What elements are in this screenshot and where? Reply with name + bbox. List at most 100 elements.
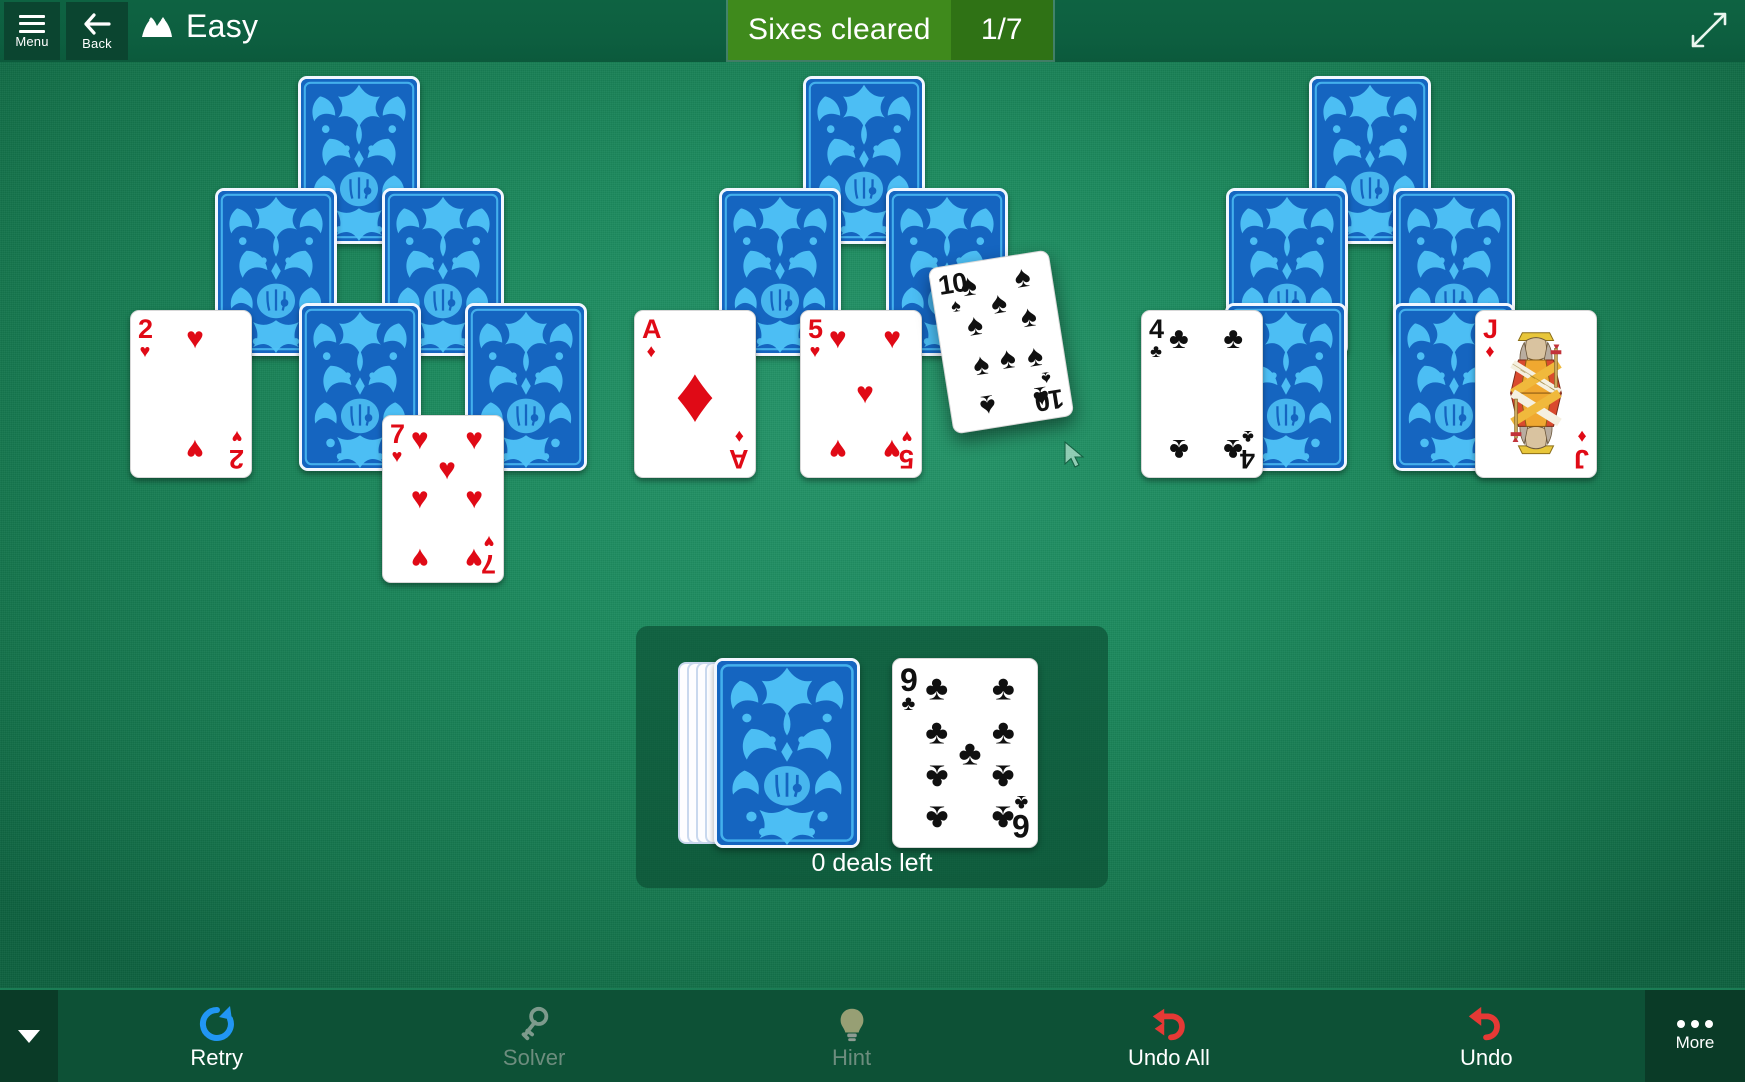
more-button-label: More (1675, 1032, 1715, 1052)
card-pip: ♥ (828, 433, 847, 467)
toolbar-item-undo-all[interactable]: Undo All (1010, 990, 1327, 1082)
card-corner-tl: 7 ♥ (390, 419, 405, 466)
arrow-left-icon (84, 12, 111, 35)
objective-text: Sixes cleared (728, 0, 951, 60)
menu-button[interactable]: Menu (4, 2, 60, 60)
card-pip: ♣ (991, 668, 1015, 708)
card-pip: ♥ (883, 433, 902, 467)
more-button[interactable]: More (1645, 990, 1745, 1082)
lightbulb-icon (840, 1008, 863, 1042)
card-pip: ♥ (883, 321, 902, 355)
card-pip: ♥ (186, 433, 204, 467)
card-pip: ♠ (1018, 299, 1040, 335)
key-icon (521, 1006, 549, 1041)
card-suit-pip: ♣ (901, 692, 916, 715)
difficulty-indicator: Easy (140, 10, 258, 42)
card-pip: ♣ (925, 712, 949, 752)
tableau-card-faceup[interactable]: 4 ♣ 4 ♣ ♣ ♣ ♣ ♣ (1141, 310, 1263, 478)
toolbar-item-undo[interactable]: Undo (1328, 990, 1645, 1082)
mountain-icon (142, 17, 172, 37)
toolbar-item-label: Undo (1460, 1045, 1513, 1070)
difficulty-label: Easy (186, 8, 259, 44)
card-suit-pip: ♥ (139, 341, 151, 361)
undo-all-icon (1152, 1008, 1185, 1041)
card-suit-pip: ♥ (809, 341, 821, 361)
card-pip: ♥ (410, 541, 429, 575)
retry-icon (197, 1003, 237, 1045)
card-pip: ♥ (438, 452, 456, 486)
back-button[interactable]: Back (66, 2, 128, 60)
card-pip-layout: ♠ ♠ ♠ ♠ ♠ ♠ ♠ ♠ ♠ ♠ (953, 259, 1056, 424)
card-corner-br: A ♦ (729, 427, 749, 474)
card-suit-pip: ♦ (1485, 341, 1495, 361)
card-suit-pip: ♦ (734, 427, 744, 447)
card-rank: 2 (138, 314, 153, 344)
undo-all-icon (1148, 1003, 1190, 1045)
card-rank: J (1483, 314, 1498, 344)
tableau-card-faceup[interactable]: 5 ♥ 5 ♥ ♥ ♥ ♥ ♥ ♥ (800, 310, 922, 478)
card-pip: ♣ (925, 668, 949, 708)
retry-icon (199, 1006, 234, 1041)
card-pip: ♠ (964, 307, 986, 343)
card-pip: ♣ (925, 798, 949, 838)
card-pip-layout: ♣ ♣ ♣ ♣ ♣ ♣ ♣ ♣ ♣ (921, 667, 1019, 839)
lightbulb-icon (833, 1003, 871, 1045)
card-pip: ♠ (997, 341, 1019, 377)
card-pip: ♥ (856, 377, 874, 410)
card-pip: ♣ (1223, 321, 1244, 355)
toolbar-item-label: Undo All (1127, 1045, 1210, 1070)
card-center-pip: ♦ (675, 350, 715, 438)
card-corner-tl: 2 ♥ (138, 314, 153, 361)
tableau-card-faceup[interactable]: 2 ♥ 2 ♥ ♥ ♥ (130, 310, 252, 478)
tableau-card-faceup[interactable]: A ♦ A ♦ ♦ (634, 310, 756, 478)
card-pip: ♥ (186, 321, 204, 355)
card-pip: ♣ (1168, 321, 1189, 355)
toolbar-item-label: Retry (190, 1045, 243, 1070)
stock-top-card-back[interactable] (714, 658, 860, 848)
deals-left-label: 0 deals left (811, 849, 933, 877)
bottom-toolbar: Retry Solver Hint Undo All Undo More (0, 988, 1745, 1082)
card-rank: 4 (1149, 314, 1164, 344)
expand-button[interactable] (1687, 8, 1731, 52)
toolbar-item-solver: Solver (375, 990, 692, 1082)
card-rank: A (729, 444, 749, 474)
card-pip-layout: ♥ ♥ ♥ ♥ ♥ ♥ ♥ (407, 422, 487, 576)
collapse-toolbar-button[interactable] (0, 990, 58, 1082)
stock-pile[interactable] (678, 658, 860, 848)
toolbar-item-retry[interactable]: Retry (58, 990, 375, 1082)
card-rank: 7 (390, 419, 405, 449)
expand-diagonal-icon (1691, 12, 1727, 48)
toolbar-item-hint: Hint (693, 990, 1010, 1082)
menu-button-label: Menu (15, 33, 49, 49)
card-pip: ♥ (465, 541, 484, 575)
card-pip: ♣ (925, 757, 949, 797)
court-figure-art (1497, 323, 1575, 464)
back-button-label: Back (82, 35, 112, 51)
card-suit-pip: ♦ (646, 341, 656, 361)
card-pip: ♣ (958, 733, 982, 773)
top-bar: Menu Back Easy Sixes cleared 1/7 (0, 0, 1745, 62)
card-suit-pip: ♥ (391, 446, 403, 466)
card-rank: A (642, 314, 661, 344)
card-pip: ♥ (465, 482, 484, 515)
card-corner-br: J ♦ (1575, 427, 1589, 474)
card-suit-pip: ♣ (1150, 341, 1162, 361)
card-pip: ♠ (977, 387, 999, 423)
tableau-card-faceup[interactable]: 7 ♥ 7 ♥ ♥ ♥ ♥ ♥ ♥ ♥ ♥ (382, 415, 504, 583)
card-pip: ♣ (1223, 433, 1244, 467)
card-corner-tl: A ♦ (642, 314, 661, 361)
toolbar-item-label: Solver (502, 1045, 566, 1070)
card-pip: ♠ (1011, 259, 1033, 295)
card-suit-pip: ♦ (1577, 427, 1587, 447)
ellipsis-icon (1677, 1019, 1713, 1028)
key-icon (515, 1003, 553, 1045)
tableau-card-faceup[interactable]: J ♦ J ♦ (1475, 310, 1597, 478)
card-back-pattern (717, 661, 857, 845)
card-pip: ♣ (991, 757, 1015, 797)
card-rank: 5 (808, 314, 823, 344)
waste-pile-top-card[interactable]: 9 ♣ 6 ♣ ♣ ♣ ♣ ♣ ♣ ♣ ♣ ♣ ♣ (892, 658, 1038, 848)
card-pip: ♥ (465, 423, 484, 457)
card-pip: ♠ (1030, 379, 1052, 415)
dragged-card[interactable]: 10 ♠ 10 ♠ ♠ ♠ ♠ ♠ ♠ ♠ ♠ ♠ ♠ ♠ (927, 249, 1075, 435)
objective-progress: 1/7 (950, 0, 1053, 60)
